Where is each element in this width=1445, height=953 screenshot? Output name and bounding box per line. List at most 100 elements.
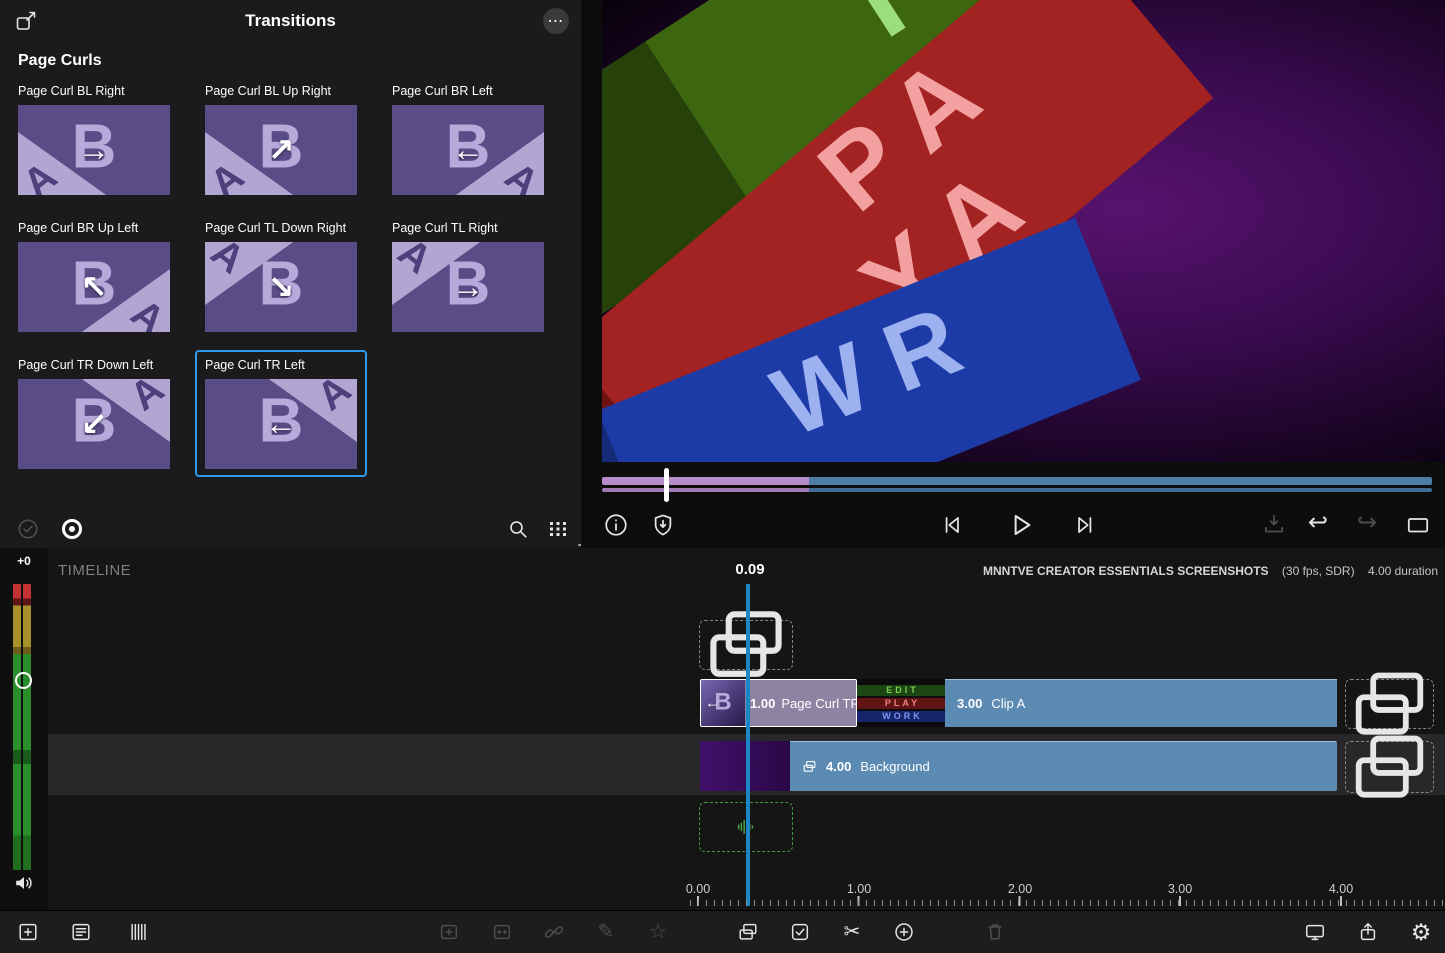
background-duration: 4.00	[826, 759, 851, 774]
transition-item-thumbnail: B A ↖	[18, 242, 170, 332]
overwrite-clip-icon[interactable]	[491, 921, 513, 943]
direction-arrow-icon: →	[78, 132, 110, 169]
delete-trash-icon[interactable]	[984, 921, 1006, 943]
transition-item[interactable]: Page Curl BL Right B A →	[18, 84, 170, 195]
gain-label: +0	[0, 554, 48, 568]
link-clips-icon[interactable]	[543, 921, 565, 943]
gain-knob[interactable]	[15, 672, 32, 689]
append-clip-slot-track1[interactable]	[1345, 679, 1434, 729]
poster-frame-shield-icon[interactable]	[650, 512, 676, 538]
clip-a-thumbnail: EDIT PLAY WORK	[857, 679, 945, 727]
preview-record-icon[interactable]	[60, 517, 84, 541]
add-plus-icon[interactable]	[893, 921, 915, 943]
transition-item-thumbnail: B A →	[392, 242, 544, 332]
back-to-library-icon[interactable]	[14, 9, 38, 33]
ruler-label: 0.00	[686, 882, 710, 896]
direction-arrow-icon: →	[452, 269, 484, 306]
transition-item-thumbnail: B A →	[18, 105, 170, 195]
ruler-label: 3.00	[1168, 882, 1192, 896]
transition-item[interactable]: Page Curl BR Left B A ←	[392, 84, 544, 195]
scrub-playhead[interactable]	[664, 468, 669, 502]
append-clip-slot-track2[interactable]	[1345, 741, 1434, 793]
clip-details-icon[interactable]	[70, 921, 92, 943]
audio-meter-right	[23, 584, 31, 870]
transition-clip-thumbnail: B ←	[701, 680, 745, 726]
transition-item-label: Page Curl BR Left	[392, 84, 544, 98]
transition-item-thumbnail: B A ↘	[205, 242, 357, 332]
search-icon[interactable]	[506, 517, 530, 541]
transition-item[interactable]: Page Curl TL Right B A →	[392, 221, 544, 332]
audio-meter-left	[13, 584, 21, 870]
clip-a-name: Clip A	[991, 696, 1025, 711]
favorite-star-icon[interactable]: ☆	[647, 921, 669, 943]
audio-mixer-icon[interactable]	[128, 921, 150, 943]
fullscreen-icon[interactable]	[1405, 512, 1431, 538]
clip-a-thumb-line: WORK	[857, 711, 945, 722]
background-clip-thumbnail	[700, 741, 790, 791]
ruler-label: 4.00	[1329, 882, 1353, 896]
transition-clip-label: 1.00 Page Curl TR Le	[745, 680, 856, 726]
export-frame-icon[interactable]	[1261, 512, 1287, 538]
transition-item[interactable]: Page Curl BR Up Left B A ↖	[18, 221, 170, 332]
thumb-letter-alt: A	[122, 379, 170, 420]
background-clip[interactable]: 4.00 Background	[790, 741, 1337, 791]
direction-arrow-icon: ←	[265, 406, 297, 443]
thumb-letter-alt: A	[18, 154, 66, 195]
project-info: MNNTVE CREATOR ESSENTIALS SCREENSHOTS (3…	[983, 564, 1438, 578]
transition-item[interactable]: Page Curl BL Up Right B A ↗	[205, 84, 357, 195]
transition-item-selected[interactable]: Page Curl TR Left B A ←	[205, 358, 357, 469]
direction-arrow-icon: ←	[705, 695, 720, 712]
skip-previous-icon[interactable]	[939, 512, 965, 538]
transition-item-thumbnail: B A ↗	[205, 105, 357, 195]
thumb-letter-alt: A	[205, 154, 253, 195]
transition-name: Page Curl TR Le	[781, 696, 856, 711]
transition-clip[interactable]: B ← 1.00 Page Curl TR Le	[700, 679, 857, 727]
insert-clip-icon[interactable]	[438, 921, 460, 943]
clip-a[interactable]: 3.00 Clip A	[945, 679, 1337, 727]
scrub-track-top	[602, 477, 1432, 485]
transition-item-label: Page Curl BR Up Left	[18, 221, 170, 235]
redo-icon[interactable]: ↪	[1356, 512, 1382, 538]
thumb-letter-alt: A	[496, 154, 544, 195]
confirm-selection-icon[interactable]	[16, 517, 40, 541]
undo-icon[interactable]: ↩	[1307, 512, 1333, 538]
thumb-letter-alt: A	[392, 242, 440, 283]
project-title: MNNTVE CREATOR ESSENTIALS SCREENSHOTS	[983, 564, 1269, 578]
video-viewport: TIO PA YA WR	[602, 0, 1445, 462]
transition-item-thumbnail: B A ←	[205, 379, 357, 469]
info-icon[interactable]	[603, 512, 629, 538]
scrub-track-bottom	[602, 488, 1432, 492]
transition-item-label: Page Curl TL Down Right	[205, 221, 357, 235]
edit-pencil-icon[interactable]: ✎	[595, 921, 617, 943]
skip-next-icon[interactable]	[1072, 512, 1098, 538]
more-options-button[interactable]: ⋯	[543, 8, 569, 34]
settings-gear-icon[interactable]: ⚙	[1410, 921, 1432, 943]
multi-select-icon[interactable]	[789, 921, 811, 943]
transport-bar: ↩ ↪	[581, 500, 1445, 548]
preview-scrubber[interactable]	[602, 468, 1432, 502]
external-display-icon[interactable]	[1304, 921, 1326, 943]
preview-area: TIO PA YA WR ↩	[581, 0, 1445, 548]
transition-item[interactable]: Page Curl TL Down Right B A ↘	[205, 221, 357, 332]
split-clip-scissors-icon[interactable]: ✂	[841, 921, 863, 943]
source-media-icon[interactable]	[737, 921, 759, 943]
bottom-toolbar: ✎ ☆ ✂ ⚙	[0, 910, 1445, 953]
clip-a-thumb-line: EDIT	[857, 685, 945, 696]
video-track-1: B ← 1.00 Page Curl TR Le EDIT PLAY WORK …	[700, 679, 1337, 727]
share-export-icon[interactable]	[1357, 921, 1379, 943]
transition-item[interactable]: Page Curl TR Down Left B A ↙	[18, 358, 170, 469]
star-glyph: ☆	[647, 921, 669, 943]
thumbnail-grid-icon[interactable]	[546, 517, 570, 541]
thumb-letter-alt: A	[309, 379, 357, 420]
transition-item-label: Page Curl TR Left	[205, 358, 357, 372]
video-track-2: 4.00 Background	[700, 741, 1337, 791]
section-title: Page Curls	[0, 42, 581, 84]
background-name: Background	[860, 759, 929, 774]
timeline-playhead[interactable]	[746, 584, 750, 906]
add-to-timeline-icon[interactable]	[17, 921, 39, 943]
play-button[interactable]	[1005, 510, 1035, 540]
clip-a-duration: 3.00	[957, 696, 982, 711]
transition-item-label: Page Curl BL Up Right	[205, 84, 357, 98]
scissors-glyph: ✂	[841, 921, 863, 943]
speaker-icon[interactable]	[13, 872, 35, 894]
